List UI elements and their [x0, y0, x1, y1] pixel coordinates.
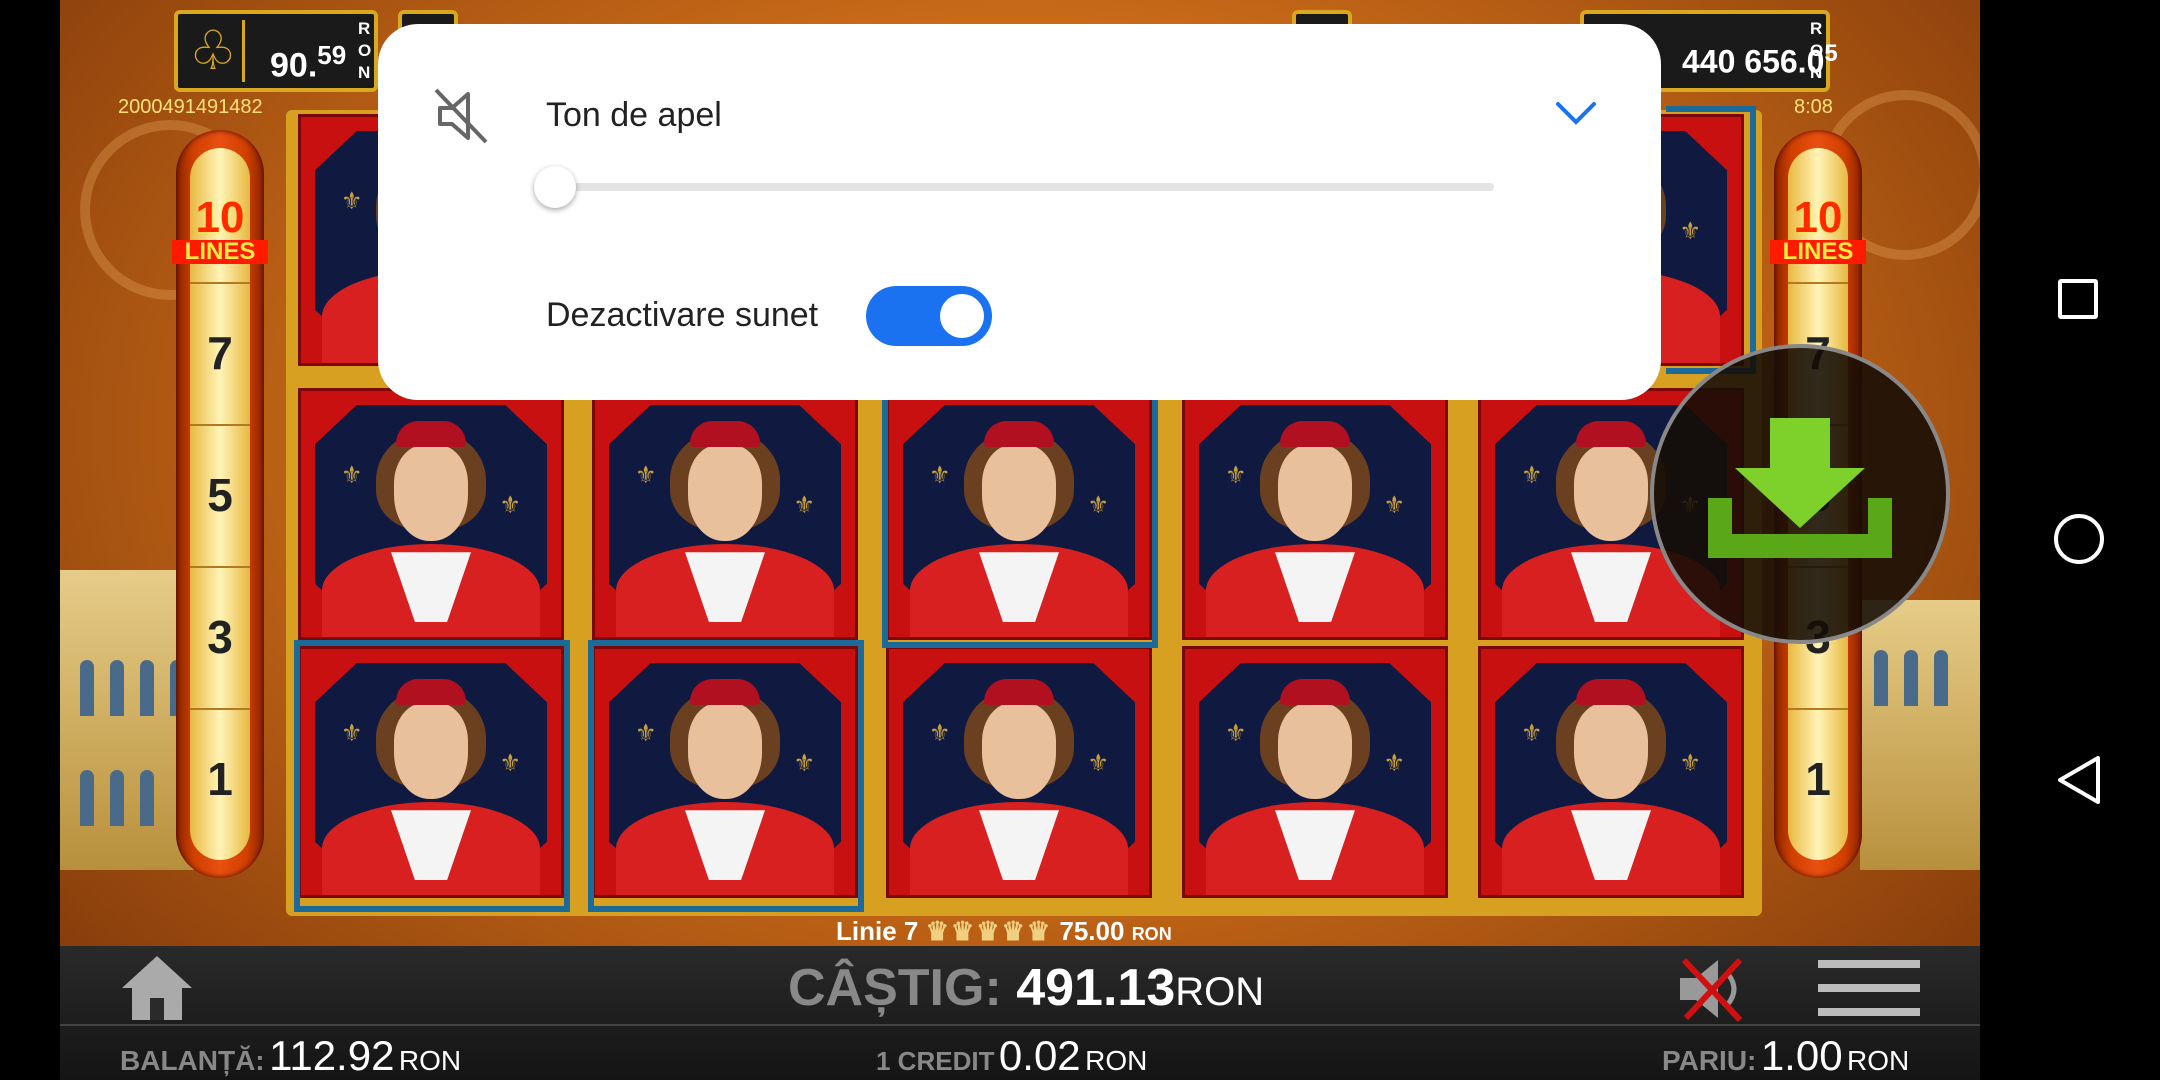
- win-line-info: Linie 7 ♛♛♛♛♛ 75.00 RON: [836, 916, 1172, 946]
- reel-symbol-cardinal: ⚜⚜: [298, 388, 564, 640]
- win-label: CÂȘTIG:: [788, 959, 1002, 1017]
- ringtone-label: Ton de apel: [546, 96, 722, 134]
- counter-cents: 59: [317, 40, 347, 70]
- counter-currency: RON: [358, 19, 372, 82]
- sound-dialog: Ton de apel Dezactivare sunet: [378, 24, 1661, 400]
- reel-symbol-cardinal: ⚜⚜: [592, 388, 858, 640]
- android-nav-bar: [1980, 0, 2160, 1080]
- win-line-currency: RON: [1131, 924, 1172, 944]
- line-number: 7: [190, 282, 250, 422]
- counter-value: 90.: [270, 46, 318, 85]
- toggle-knob: [940, 294, 984, 338]
- reel-symbol-cardinal: ⚜⚜: [1182, 388, 1448, 640]
- line-number: 1: [190, 708, 250, 848]
- credit-display: 1 CREDIT 0.02 RON: [876, 1032, 1147, 1080]
- credit-currency: RON: [1085, 1045, 1148, 1076]
- lines-bar-left: 10 LINES 7 5 3 1: [172, 130, 268, 878]
- counter-cents: 5: [1824, 40, 1838, 67]
- line-number: 3: [190, 566, 250, 706]
- line-number: 5: [190, 424, 250, 564]
- game-bottom-bar: CÂȘTIG: 491.13RON BALANȚĂ: 112.92 RON 1 …: [60, 946, 1980, 1080]
- counter-value: 440 656.0: [1682, 43, 1825, 80]
- ringtone-slider-thumb[interactable]: [534, 166, 576, 208]
- line-number: 1: [1788, 708, 1848, 848]
- bet-value: 1.00: [1760, 1032, 1843, 1079]
- win-line-frame: [1666, 106, 1756, 374]
- speaker-muted-icon: [434, 88, 488, 144]
- home-icon[interactable]: [120, 954, 194, 1024]
- reel-symbol-cardinal: ⚜⚜: [1182, 646, 1448, 898]
- nav-circle-icon[interactable]: [2054, 514, 2104, 564]
- win-value: 491.13: [1016, 959, 1176, 1017]
- win-line-frame: [294, 640, 570, 912]
- chevron-down-icon[interactable]: [1554, 98, 1598, 128]
- download-icon: [1708, 418, 1892, 558]
- balance-currency: RON: [398, 1045, 462, 1076]
- mute-label: Dezactivare sunet: [546, 296, 819, 334]
- counter-currency: RON: [1810, 19, 1824, 82]
- club-icon: ♧: [184, 20, 245, 82]
- reel-symbol-cardinal: ⚜⚜: [1478, 646, 1744, 898]
- credit-label: 1 CREDIT: [876, 1046, 995, 1076]
- nav-back-icon[interactable]: [2056, 754, 2102, 806]
- mute-toggle[interactable]: [866, 286, 992, 346]
- game-clock: 8:08: [1794, 96, 1833, 118]
- win-line-amount: 75.00: [1059, 916, 1125, 946]
- win-line-label: Linie 7: [836, 916, 919, 946]
- nav-square-icon[interactable]: [2058, 279, 2098, 319]
- credit-value: 0.02: [998, 1032, 1081, 1079]
- bet-display[interactable]: PARIU: 1.00 RON: [1662, 1032, 1909, 1080]
- menu-icon[interactable]: [1818, 960, 1920, 1018]
- palace-right: [1860, 600, 1980, 870]
- sound-off-icon[interactable]: [1676, 954, 1756, 1024]
- balance-label: BALANȚĂ:: [120, 1045, 265, 1076]
- ticket-id: 2000491491482: [118, 96, 263, 118]
- jackpot-counter-left: ♧ 90.59 RON: [174, 10, 378, 92]
- balance-value: 112.92: [269, 1032, 395, 1079]
- divider: [60, 1024, 1980, 1026]
- win-line-frame: [882, 386, 1158, 648]
- download-button[interactable]: [1650, 344, 1950, 644]
- lines-count: 10: [1793, 193, 1843, 242]
- bet-label: PARIU:: [1662, 1045, 1757, 1076]
- lines-label: LINES: [1770, 240, 1866, 264]
- win-currency: RON: [1175, 970, 1265, 1014]
- lines-count: 10: [195, 193, 245, 242]
- reel-symbol-cardinal: ⚜⚜: [886, 646, 1152, 898]
- win-display: CÂȘTIG: 491.13RON: [788, 958, 1264, 1018]
- win-line-frame: [588, 640, 864, 912]
- bet-currency: RON: [1847, 1045, 1910, 1076]
- balance-display: BALANȚĂ: 112.92 RON: [120, 1032, 461, 1080]
- ringtone-slider[interactable]: [538, 183, 1494, 191]
- win-symbols-icon: ♛♛♛♛♛: [925, 916, 1053, 946]
- lines-label: LINES: [172, 240, 268, 264]
